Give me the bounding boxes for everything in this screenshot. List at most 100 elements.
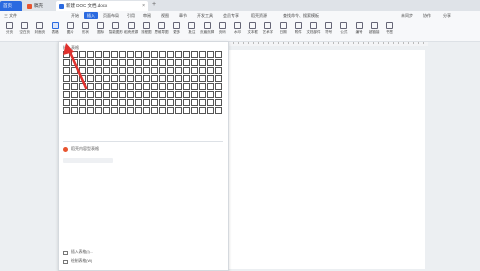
grid-cell[interactable] [95, 67, 102, 74]
grid-cell[interactable] [119, 99, 126, 106]
grid-cell[interactable] [175, 99, 182, 106]
grid-cell[interactable] [119, 107, 126, 114]
recommend-tables[interactable]: 稻壳内容型表格 [63, 146, 99, 152]
grid-cell[interactable] [95, 83, 102, 90]
grid-cell[interactable] [151, 75, 158, 82]
grid-cell[interactable] [199, 59, 206, 66]
grid-cell[interactable] [71, 107, 78, 114]
grid-cell[interactable] [143, 91, 150, 98]
grid-cell[interactable] [79, 75, 86, 82]
grid-cell[interactable] [175, 59, 182, 66]
grid-cell[interactable] [215, 51, 222, 58]
grid-cell[interactable] [135, 91, 142, 98]
grid-cell[interactable] [111, 51, 118, 58]
grid-cell[interactable] [215, 107, 222, 114]
grid-cell[interactable] [151, 67, 158, 74]
grid-cell[interactable] [103, 51, 110, 58]
grid-cell[interactable] [111, 107, 118, 114]
draw-table-button[interactable]: 绘制表格(W) [63, 259, 183, 264]
grid-cell[interactable] [71, 99, 78, 106]
grid-cell[interactable] [95, 91, 102, 98]
grid-cell[interactable] [143, 75, 150, 82]
grid-cell[interactable] [183, 59, 190, 66]
grid-cell[interactable] [191, 59, 198, 66]
grid-cell[interactable] [79, 67, 86, 74]
grid-cell[interactable] [167, 107, 174, 114]
grid-cell[interactable] [119, 67, 126, 74]
tab-document[interactable]: 新建 DOC 文档.docx × [56, 1, 148, 11]
grid-cell[interactable] [95, 51, 102, 58]
grid-cell[interactable] [95, 99, 102, 106]
grid-cell[interactable] [167, 91, 174, 98]
grid-cell[interactable] [207, 99, 214, 106]
grid-cell[interactable] [207, 91, 214, 98]
grid-cell[interactable] [199, 107, 206, 114]
grid-cell[interactable] [191, 91, 198, 98]
menu-file[interactable]: 三 文件 [3, 12, 18, 19]
grid-cell[interactable] [151, 51, 158, 58]
grid-cell[interactable] [207, 83, 214, 90]
tool-button[interactable]: 封面页 [33, 22, 46, 35]
grid-cell[interactable] [183, 83, 190, 90]
tool-button[interactable]: 艺术字 [261, 22, 274, 35]
grid-cell[interactable] [63, 107, 70, 114]
grid-cell[interactable] [191, 107, 198, 114]
grid-cell[interactable] [143, 107, 150, 114]
grid-cell[interactable] [111, 75, 118, 82]
grid-cell[interactable] [191, 99, 198, 106]
grid-cell[interactable] [167, 83, 174, 90]
grid-cell[interactable] [79, 83, 86, 90]
grid-cell[interactable] [63, 51, 70, 58]
grid-cell[interactable] [215, 91, 222, 98]
grid-cell[interactable] [207, 75, 214, 82]
grid-cell[interactable] [199, 99, 206, 106]
grid-cell[interactable] [159, 99, 166, 106]
grid-cell[interactable] [79, 107, 86, 114]
grid-cell[interactable] [143, 59, 150, 66]
tool-button[interactable]: 智能图形 [109, 22, 123, 35]
grid-cell[interactable] [111, 83, 118, 90]
tool-button[interactable]: 日期 [277, 22, 290, 35]
grid-cell[interactable] [103, 83, 110, 90]
grid-cell[interactable] [159, 51, 166, 58]
grid-cell[interactable] [207, 51, 214, 58]
tool-button[interactable]: 分页 [3, 22, 16, 35]
grid-cell[interactable] [95, 75, 102, 82]
grid-cell[interactable] [119, 83, 126, 90]
menu-developer[interactable]: 开发工具 [196, 12, 214, 19]
grid-cell[interactable] [103, 107, 110, 114]
grid-cell[interactable] [175, 91, 182, 98]
grid-cell[interactable] [207, 67, 214, 74]
tool-button[interactable]: 形状 [79, 22, 92, 35]
grid-cell[interactable] [63, 83, 70, 90]
grid-cell[interactable] [135, 51, 142, 58]
grid-cell[interactable] [151, 99, 158, 106]
grid-cell[interactable] [191, 51, 198, 58]
tool-button[interactable]: 批注 [185, 22, 198, 35]
grid-cell[interactable] [87, 67, 94, 74]
grid-cell[interactable] [119, 51, 126, 58]
grid-cell[interactable] [79, 99, 86, 106]
tool-button[interactable]: 公式 [337, 22, 350, 35]
grid-cell[interactable] [119, 59, 126, 66]
tool-button[interactable]: 思维导图 [155, 22, 169, 35]
tab-home[interactable]: 首页 [0, 1, 22, 11]
grid-cell[interactable] [183, 51, 190, 58]
grid-cell[interactable] [143, 83, 150, 90]
grid-cell[interactable] [63, 91, 70, 98]
grid-cell[interactable] [135, 67, 142, 74]
grid-cell[interactable] [159, 75, 166, 82]
grid-cell[interactable] [119, 75, 126, 82]
grid-cell[interactable] [215, 75, 222, 82]
grid-cell[interactable] [87, 107, 94, 114]
grid-cell[interactable] [127, 99, 134, 106]
menu-insert[interactable]: 插入 [84, 12, 98, 19]
tool-button[interactable]: 水印 [231, 22, 244, 35]
grid-cell[interactable] [167, 51, 174, 58]
grid-cell[interactable] [63, 59, 70, 66]
tool-button[interactable]: 空白页 [18, 22, 31, 35]
grid-cell[interactable] [79, 51, 86, 58]
grid-cell[interactable] [159, 83, 166, 90]
grid-cell[interactable] [63, 75, 70, 82]
grid-cell[interactable] [215, 83, 222, 90]
